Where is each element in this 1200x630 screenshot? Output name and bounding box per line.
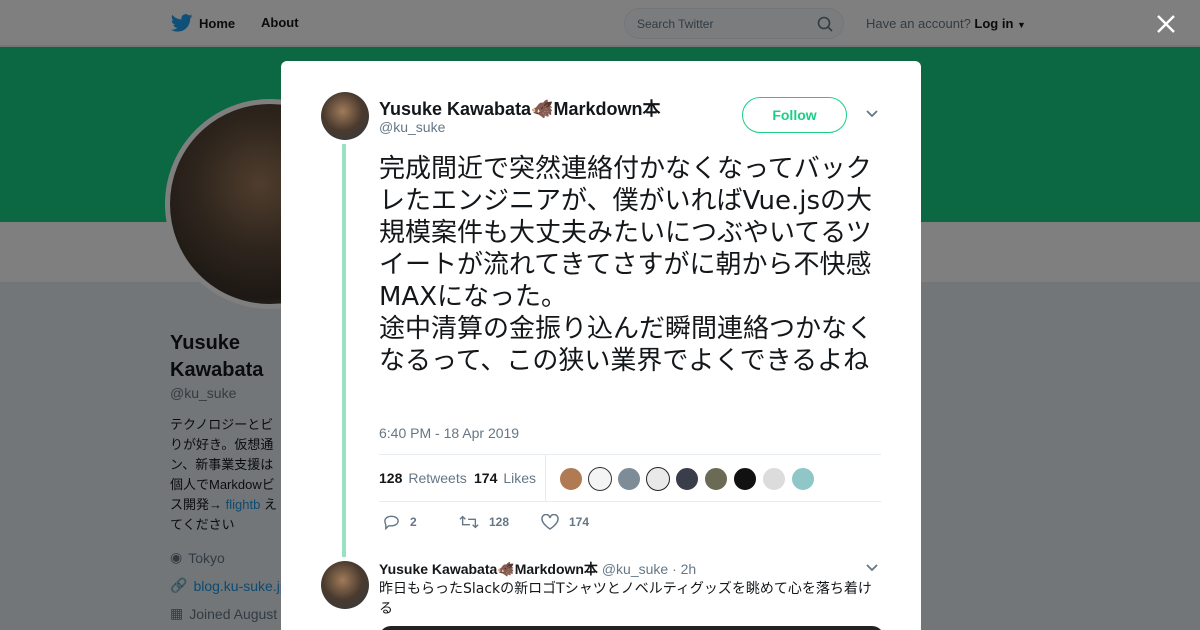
- liker-avatar[interactable]: [675, 467, 699, 491]
- reply-author-name[interactable]: Yusuke Kawabata🐗Markdown本: [379, 561, 598, 577]
- retweets-stat[interactable]: 128 Retweets: [379, 470, 467, 486]
- liker-avatar[interactable]: [762, 467, 786, 491]
- retweet-button[interactable]: 128: [459, 514, 509, 530]
- heart-icon: [541, 514, 559, 530]
- chevron-down-icon[interactable]: [865, 563, 879, 573]
- thread-line: [342, 144, 346, 557]
- likes-stat[interactable]: 174 Likes: [474, 470, 536, 486]
- tweet-author-avatar[interactable]: [321, 92, 369, 140]
- reply-author-avatar[interactable]: [321, 561, 369, 609]
- retweets-label: Retweets: [408, 470, 467, 486]
- reply-header: Yusuke Kawabata🐗Markdown本 @ku_suke · 2h: [379, 559, 696, 579]
- liker-avatar[interactable]: [704, 467, 728, 491]
- tweet-author-name[interactable]: Yusuke Kawabata🐗Markdown本: [379, 95, 661, 121]
- liker-avatar[interactable]: [559, 467, 583, 491]
- likes-count: 174: [474, 470, 498, 486]
- liker-avatar[interactable]: [791, 467, 815, 491]
- reply-count: 2: [410, 515, 417, 529]
- liker-avatar[interactable]: [588, 467, 612, 491]
- retweets-count: 128: [379, 470, 403, 486]
- close-icon[interactable]: [1154, 12, 1178, 36]
- reply-author-handle[interactable]: @ku_suke: [602, 561, 668, 577]
- retweet-icon: [459, 515, 479, 529]
- tweet-stats: 128 Retweets 174 Likes: [379, 454, 881, 502]
- tweet-timestamp[interactable]: 6:40 PM - 18 Apr 2019: [379, 425, 519, 441]
- liker-avatar[interactable]: [733, 467, 757, 491]
- follow-button[interactable]: Follow: [742, 97, 847, 133]
- reply-icon: [384, 515, 399, 530]
- likes-label: Likes: [503, 470, 537, 486]
- tweet-modal: Yusuke Kawabata🐗Markdown本 @ku_suke Follo…: [281, 61, 921, 630]
- liker-avatar[interactable]: [646, 467, 670, 491]
- retweet-count: 128: [489, 515, 510, 529]
- tweet-text: 完成間近で突然連絡付かなくなってバックレたエンジニアが、僕がいればVue.jsの…: [379, 154, 874, 376]
- like-count: 174: [569, 515, 590, 529]
- tweet-author-handle[interactable]: @ku_suke: [379, 119, 445, 135]
- reply-button[interactable]: 2: [383, 514, 417, 530]
- liker-avatar[interactable]: [617, 467, 641, 491]
- like-button[interactable]: 174: [541, 514, 589, 530]
- reply-time[interactable]: · 2h: [672, 561, 696, 577]
- stats-divider: [545, 455, 546, 501]
- reply-text: 昨日もらったSlackの新ロゴTシャツとノベルティグッズを眺めて心を落ち着ける: [379, 581, 872, 617]
- reply-media[interactable]: [379, 626, 884, 630]
- chevron-down-icon[interactable]: [865, 109, 879, 119]
